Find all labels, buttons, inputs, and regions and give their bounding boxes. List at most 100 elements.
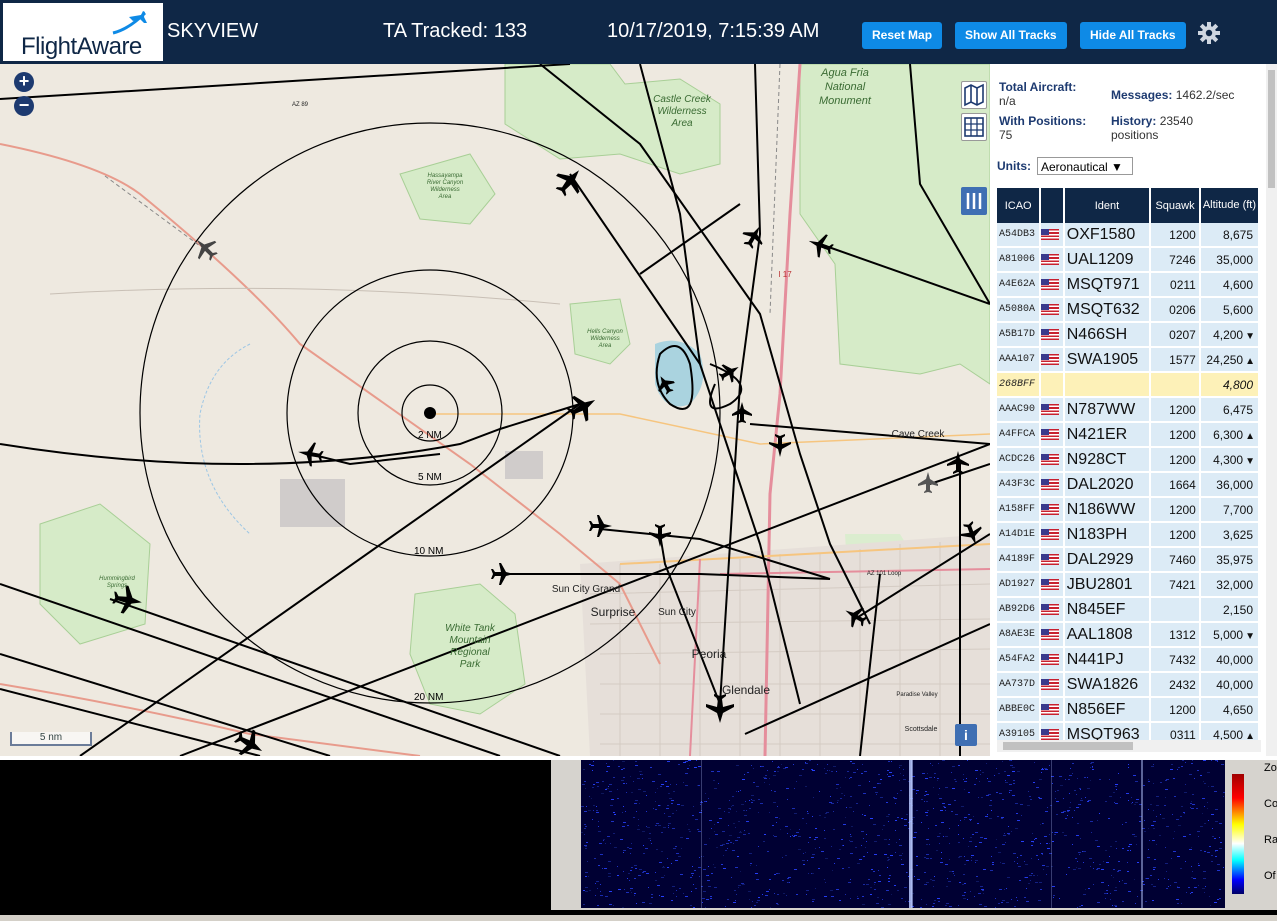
- aircraft-icon[interactable]: [649, 524, 671, 547]
- altitude-value: 4,650: [1222, 702, 1253, 717]
- squawk-cell: 1312: [1150, 622, 1201, 648]
- table-row[interactable]: ABBE0C N856EF 1200 4,650: [997, 697, 1260, 723]
- squawk-cell: 0211: [1150, 272, 1201, 298]
- gear-icon[interactable]: [1197, 21, 1221, 45]
- show-all-tracks-button[interactable]: Show All Tracks: [955, 22, 1067, 49]
- ident-cell: N441PJ: [1063, 647, 1152, 673]
- ident-cell: SWA1905: [1063, 347, 1152, 373]
- altitude-cell: 5,600: [1199, 297, 1260, 323]
- table-row[interactable]: 268BFF 4,800: [997, 372, 1260, 398]
- map-canvas[interactable]: 2 NM 5 NM 10 NM 20 NM Agua Fria National…: [0, 64, 990, 756]
- units-select[interactable]: Aeronautical ▼: [1037, 157, 1133, 175]
- flag-cell: [1040, 322, 1065, 348]
- column-header-ident[interactable]: Ident: [1063, 188, 1152, 223]
- info-button[interactable]: i: [955, 724, 977, 746]
- total-aircraft: Total Aircraft: n/a: [999, 80, 1076, 108]
- us-flag-icon: [1041, 678, 1060, 690]
- table-row[interactable]: A5B17D N466SH 0207 4,200 ▼: [997, 322, 1260, 348]
- with-positions: With Positions: 75: [999, 114, 1086, 142]
- table-row[interactable]: A5080A MSQT632 0206 5,600: [997, 297, 1260, 323]
- column-header-altitude[interactable]: Altitude (ft): [1199, 188, 1260, 223]
- table-row[interactable]: A54FA2 N441PJ 7432 40,000: [997, 647, 1260, 673]
- map-label: Peoria: [692, 647, 727, 661]
- map-label: Springs: [107, 583, 127, 589]
- squawk-cell: [1150, 597, 1201, 623]
- column-header-squawk[interactable]: Squawk: [1150, 188, 1201, 223]
- column-header-icao[interactable]: ICAO: [997, 188, 1042, 223]
- ident-cell: N421ER: [1063, 422, 1152, 448]
- zoom-out-button[interactable]: −: [14, 96, 34, 116]
- map-label: Hassayampa: [427, 173, 463, 179]
- ident-cell: N856EF: [1063, 697, 1152, 723]
- table-row[interactable]: A81006 UAL1209 7246 35,000: [997, 247, 1260, 273]
- column-header-flag[interactable]: [1040, 188, 1065, 223]
- altitude-cell: 6,475: [1199, 397, 1260, 423]
- table-row[interactable]: A43F3C DAL2020 1664 36,000: [997, 472, 1260, 498]
- road-shield: AZ 101 Loop: [867, 571, 902, 577]
- map-label: White Tank: [445, 623, 496, 634]
- table-row[interactable]: A4189F DAL2929 7460 35,975: [997, 547, 1260, 573]
- map-label: Area: [598, 343, 612, 349]
- aircraft-icon[interactable]: [296, 440, 325, 468]
- flightaware-logo[interactable]: FlightAware: [3, 3, 163, 61]
- table-row[interactable]: A4FFCA N421ER 1200 6,300 ▲: [997, 422, 1260, 448]
- aircraft-icon[interactable]: [738, 221, 769, 252]
- aircraft-icon[interactable]: [918, 472, 938, 493]
- aircraft-icon[interactable]: [947, 451, 969, 474]
- reset-map-button[interactable]: Reset Map: [862, 22, 943, 49]
- aircraft-icon[interactable]: [732, 402, 752, 423]
- hide-all-tracks-button[interactable]: Hide All Tracks: [1080, 22, 1186, 49]
- altitude-value: 5,600: [1222, 302, 1253, 317]
- table-row[interactable]: AB92D6 N845EF 2,150: [997, 597, 1260, 623]
- table-row[interactable]: A14D1E N183PH 1200 3,625: [997, 522, 1260, 548]
- flag-cell: [1040, 272, 1065, 298]
- altitude-value: 3,625: [1222, 527, 1253, 542]
- table-row[interactable]: AA737D SWA1826 2432 40,000: [997, 672, 1260, 698]
- map-label: Area: [670, 118, 693, 129]
- aircraft-icon[interactable]: [589, 515, 612, 537]
- ident-cell: N183PH: [1063, 522, 1152, 548]
- horizontal-scrollbar[interactable]: [997, 740, 1261, 752]
- table-row[interactable]: A8AE3E AAL1808 1312 5,000 ▼: [997, 622, 1260, 648]
- map-label: Wilderness: [430, 187, 460, 193]
- map-label: Mountain: [449, 635, 491, 646]
- horizontal-scroll-thumb[interactable]: [1003, 742, 1133, 750]
- app-name: SKYVIEW: [167, 20, 259, 42]
- ring-label-5nm: 5 NM: [418, 472, 442, 483]
- altitude-value: 4,300: [1213, 452, 1244, 467]
- altitude-value: 35,975: [1216, 552, 1253, 567]
- vertical-scroll-thumb[interactable]: [1268, 70, 1275, 188]
- waterfall-display[interactable]: [581, 760, 1225, 908]
- table-row[interactable]: ACDC26 N928CT 1200 4,300 ▼: [997, 447, 1260, 473]
- history-value: 23540: [1159, 114, 1194, 128]
- map-label: River Canyon: [427, 180, 464, 186]
- ident-cell: OXF1580: [1063, 223, 1152, 248]
- us-flag-icon: [1041, 253, 1060, 265]
- table-row[interactable]: A4E62A MSQT971 0211 4,600: [997, 272, 1260, 298]
- aircraft-icon[interactable]: [769, 434, 791, 457]
- table-row[interactable]: AAA107 SWA1905 1577 24,250 ▲: [997, 347, 1260, 373]
- flag-cell: [1040, 547, 1065, 573]
- grid-toggle-button[interactable]: [961, 113, 987, 141]
- squawk-cell: 1200: [1150, 522, 1201, 548]
- table-row[interactable]: A54DB3 OXF1580 1200 8,675: [997, 223, 1260, 248]
- table-row[interactable]: A158FF N186WW 1200 7,700: [997, 497, 1260, 523]
- icao-cell: A5B17D: [997, 322, 1042, 348]
- map-label: Sun City Grand: [552, 584, 620, 595]
- aircraft-icon[interactable]: [491, 563, 514, 585]
- map-view[interactable]: 2 NM 5 NM 10 NM 20 NM Agua Fria National…: [0, 64, 990, 756]
- altitude-cell: 3,625: [1199, 522, 1260, 548]
- aircraft-table-wrap[interactable]: ICAO Ident Squawk Altitude (ft) A54DB3 OX…: [997, 188, 1260, 744]
- map-layers-button[interactable]: [961, 81, 987, 109]
- vertical-scrollbar[interactable]: [1266, 64, 1277, 756]
- zoom-in-button[interactable]: +: [14, 72, 34, 92]
- table-row[interactable]: AD1927 JBU2801 7421 32,000: [997, 572, 1260, 598]
- icao-cell: A4FFCA: [997, 422, 1042, 448]
- table-row[interactable]: AAAC90 N787WW 1200 6,475: [997, 397, 1260, 423]
- altitude-trend-icon: ▼: [1245, 630, 1255, 642]
- color-scale-bar: [1232, 774, 1244, 894]
- altitude-cell: 40,000: [1199, 647, 1260, 673]
- ident-cell: DAL2929: [1063, 547, 1152, 573]
- us-flag-icon: [1041, 328, 1060, 340]
- columns-toggle-button[interactable]: [961, 187, 987, 215]
